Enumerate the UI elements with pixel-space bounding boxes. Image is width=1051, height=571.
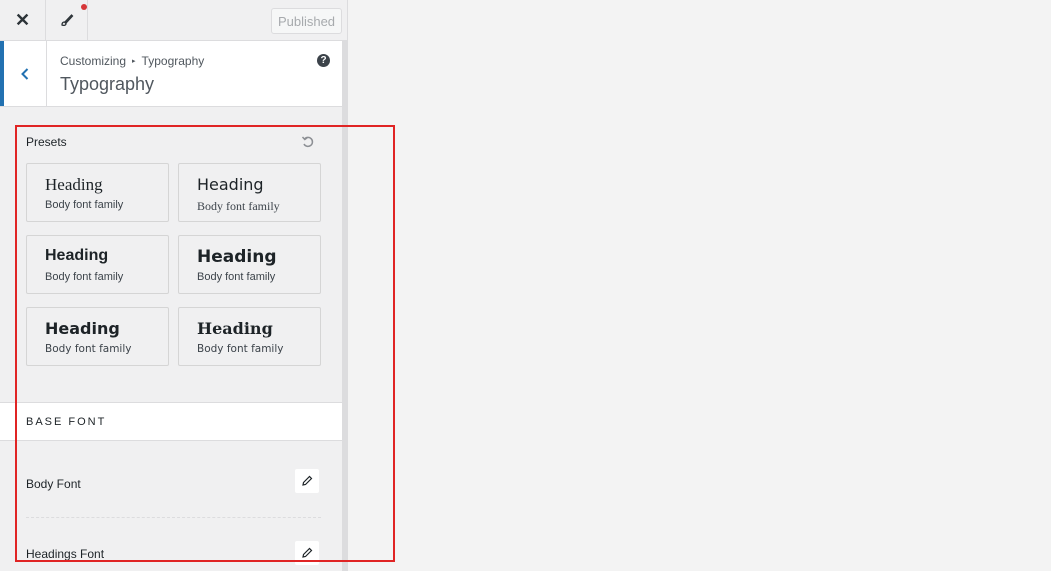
customize-button[interactable]	[46, 0, 88, 40]
edit-headings-font-button[interactable]	[295, 541, 319, 565]
preset-heading: Heading	[197, 175, 264, 194]
preset-body: Body font family	[197, 199, 280, 213]
preset-card[interactable]: Heading Body font family	[178, 163, 321, 222]
body-font-label: Body Font	[26, 477, 81, 491]
customizer-sidebar: ✕ Published Customizing ▸ Typography Typ…	[0, 0, 348, 571]
preset-card[interactable]: Heading Body font family	[26, 235, 169, 294]
close-icon: ✕	[14, 9, 31, 30]
preset-card[interactable]: Heading Body font family	[26, 163, 169, 222]
breadcrumb-current: Typography	[141, 54, 205, 68]
divider	[26, 517, 321, 518]
published-button[interactable]: Published	[271, 8, 342, 34]
base-font-label: BASE FONT	[26, 416, 107, 428]
page-title: Typography	[60, 74, 155, 94]
base-font-section-header: BASE FONT	[0, 402, 342, 441]
preset-card[interactable]: Heading Body font family	[178, 307, 321, 366]
preset-card[interactable]: Heading Body font family	[26, 307, 169, 366]
preset-heading: Heading	[197, 319, 273, 338]
customizer-topbar: ✕ Published	[0, 0, 347, 41]
breadcrumb-root: Customizing	[60, 54, 127, 68]
preset-body: Body font family	[45, 343, 132, 355]
preset-card[interactable]: Heading Body font family	[178, 235, 321, 294]
close-button[interactable]: ✕	[0, 0, 46, 40]
pencil-icon	[302, 475, 313, 486]
preset-heading: Heading	[197, 247, 277, 267]
presets-title: Presets	[26, 135, 67, 149]
scrollbar[interactable]	[342, 41, 347, 571]
preset-body: Body font family	[45, 271, 124, 283]
preset-body: Body font family	[197, 343, 284, 355]
preset-heading: Heading	[45, 247, 109, 264]
preset-heading: Heading	[45, 175, 103, 194]
help-icon[interactable]: ?	[317, 54, 330, 67]
preset-body: Body font family	[45, 199, 124, 211]
notification-dot	[81, 4, 87, 10]
section-header: Customizing ▸ Typography Typography ?	[0, 41, 342, 107]
paintbrush-icon	[60, 14, 73, 27]
breadcrumb-separator-icon: ▸	[132, 58, 136, 65]
edit-body-font-button[interactable]	[295, 469, 319, 493]
breadcrumb: Customizing ▸ Typography	[60, 54, 204, 68]
reset-icon[interactable]	[301, 135, 315, 149]
headings-font-label: Headings Font	[26, 547, 105, 561]
preset-body: Body font family	[197, 271, 276, 283]
preset-heading: Heading	[45, 319, 120, 338]
chevron-left-icon	[21, 67, 29, 80]
pencil-icon	[302, 547, 313, 558]
back-button[interactable]	[0, 41, 47, 106]
